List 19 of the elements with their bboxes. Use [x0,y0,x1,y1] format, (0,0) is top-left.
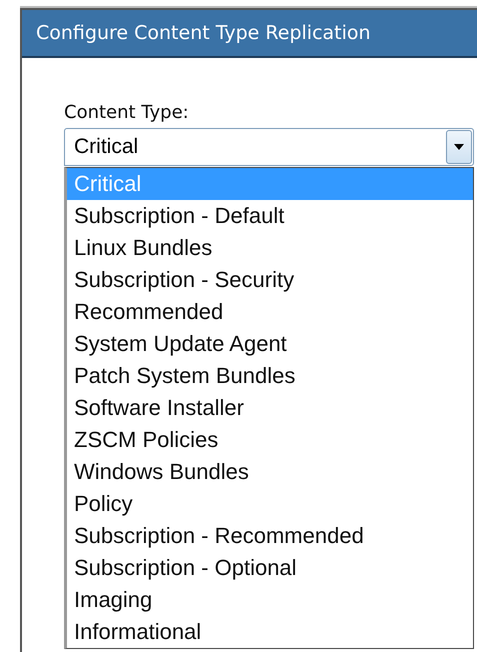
dropdown-option[interactable]: Subscription - Security [67,264,473,296]
dropdown-option[interactable]: Subscription - Default [67,200,473,232]
window-title: Configure Content Type Replication [22,10,477,58]
dropdown-button[interactable] [446,130,472,164]
dropdown-option[interactable]: Subscription - Recommended [67,520,473,552]
dropdown-option[interactable]: Imaging [67,584,473,616]
dropdown-option[interactable]: ZSCM Policies [67,424,473,456]
dropdown-option[interactable]: Policy [67,488,473,520]
dropdown-option[interactable]: Patch System Bundles [67,360,473,392]
dropdown-option[interactable]: Linux Bundles [67,232,473,264]
dropdown-option[interactable]: System Update Agent [67,328,473,360]
field-label: Content Type: [64,102,190,125]
dropdown-option[interactable]: Informational [67,616,473,648]
dropdown-option[interactable]: Subscription - Optional [67,552,473,584]
caret-icon [454,144,464,150]
content-type-dropdown[interactable]: Critical [64,128,474,166]
dropdown-option[interactable]: Windows Bundles [67,456,473,488]
dropdown-option[interactable]: Software Installer [67,392,473,424]
dropdown-option[interactable]: Recommended [67,296,473,328]
